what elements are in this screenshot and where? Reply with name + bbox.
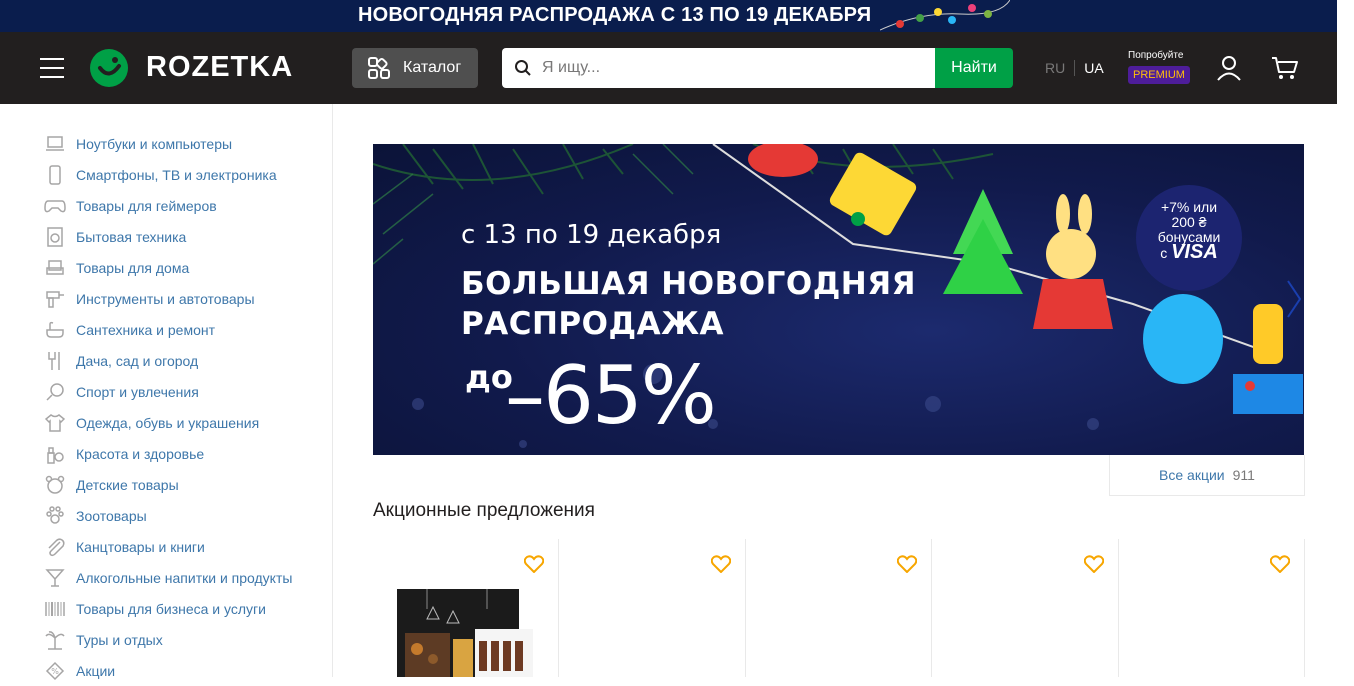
sidebar-item-plumbing[interactable]: Сантехника и ремонт [44, 314, 332, 345]
cart-icon[interactable] [1271, 55, 1299, 81]
sidebar-item-clothing[interactable]: Одежда, обувь и украшения [44, 407, 332, 438]
sidebar-item-appliances[interactable]: Бытовая техника [44, 221, 332, 252]
promo-banner[interactable]: с 13 по 19 декабря БОЛЬШАЯ НОВОГОДНЯЯ РА… [373, 144, 1304, 455]
logo[interactable]: ROZETKA [88, 46, 293, 88]
percent-tag-icon: % [44, 660, 66, 682]
garland-lights-icon [880, 0, 1010, 31]
cosmetics-icon [44, 443, 66, 465]
search-icon [515, 60, 531, 76]
visa-bonus-badge: +7% или 200 ₴ бонусами с VISA [1136, 185, 1242, 291]
language-switcher: RU UA [1045, 60, 1104, 76]
teddy-bear-icon [44, 474, 66, 496]
heart-icon[interactable] [710, 555, 731, 573]
paw-icon [44, 505, 66, 527]
menu-burger-icon[interactable] [40, 58, 64, 78]
all-promos-count: 911 [1232, 467, 1255, 483]
section-title: Акционные предложения [373, 500, 595, 521]
visa-line4: с VISA [1160, 241, 1218, 263]
search-bar: Найти [502, 48, 1013, 88]
sidebar-item-business[interactable]: Товары для бизнеса и услуги [44, 593, 332, 624]
premium-try-text: Попробуйте [1128, 50, 1184, 61]
banner-headline-line1: БОЛЬШАЯ НОВОГОДНЯЯ [461, 266, 916, 302]
product-tile[interactable] [559, 539, 746, 677]
product-tiles [373, 539, 1305, 677]
user-icon[interactable] [1216, 55, 1242, 81]
sidebar-item-smartphones[interactable]: Смартфоны, ТВ и электроника [44, 159, 332, 190]
sidebar-item-stationery[interactable]: Канцтовары и книги [44, 531, 332, 562]
catalog-grid-icon [368, 57, 390, 79]
lang-ua-link[interactable]: UA [1075, 60, 1103, 76]
catalog-button[interactable]: Каталог [352, 48, 478, 88]
sidebar-item-garden[interactable]: Дача, сад и огород [44, 345, 332, 376]
tshirt-icon [44, 412, 66, 434]
banner-headline-line2: РАСПРОДАЖА [461, 306, 725, 342]
smartphone-icon [44, 164, 66, 186]
sidebar-item-kids[interactable]: Детские товары [44, 469, 332, 500]
search-button[interactable]: Найти [935, 48, 1013, 88]
visa-line1: +7% или [1160, 199, 1218, 215]
premium-promo[interactable]: Попробуйте PREMIUM [1128, 50, 1190, 84]
visa-brand: VISA [1171, 241, 1218, 263]
heart-icon[interactable] [524, 555, 545, 573]
promo-strip-text: НОВОГОДНЯЯ РАСПРОДАЖА С 13 ПО 19 ДЕКАБРЯ [358, 4, 872, 26]
heart-icon[interactable] [1269, 555, 1290, 573]
category-list: Ноутбуки и компьютеры Смартфоны, ТВ и эл… [0, 104, 332, 686]
sidebar-item-pets[interactable]: Зоотовары [44, 500, 332, 531]
cocktail-icon [44, 567, 66, 589]
paperclip-icon [44, 536, 66, 558]
heart-icon[interactable] [897, 555, 918, 573]
sidebar-item-beauty[interactable]: Красота и здоровье [44, 438, 332, 469]
bathtub-icon [44, 319, 66, 341]
all-promos-label: Все акции [1159, 467, 1225, 483]
banner-discount: –65% [505, 349, 717, 442]
svg-text:%: % [51, 667, 59, 676]
product-tile[interactable] [932, 539, 1119, 677]
heart-icon[interactable] [1083, 555, 1104, 573]
promo-strip[interactable]: НОВОГОДНЯЯ РАСПРОДАЖА С 13 ПО 19 ДЕКАБРЯ [0, 0, 1337, 32]
chevron-right-icon[interactable] [1286, 279, 1302, 319]
search-input[interactable] [542, 59, 922, 77]
search-field [502, 48, 935, 88]
gamepad-icon [44, 195, 66, 217]
visa-line2: 200 ₴ [1171, 214, 1207, 230]
product-image [397, 589, 533, 677]
laptop-icon [44, 133, 66, 155]
racket-icon [44, 381, 66, 403]
catalog-label: Каталог [403, 59, 462, 76]
garden-fork-icon [44, 350, 66, 372]
sidebar-item-tools[interactable]: Инструменты и автотовары [44, 283, 332, 314]
drill-icon [44, 288, 66, 310]
premium-badge: PREMIUM [1128, 66, 1190, 84]
sidebar-item-promos[interactable]: % Акции [44, 655, 332, 686]
banner-headline: БОЛЬШАЯ НОВОГОДНЯЯ РАСПРОДАЖА [461, 264, 916, 344]
header: ROZETKA Каталог Найти RU UA Попробуйте P… [0, 32, 1337, 104]
product-tile[interactable] [1119, 539, 1305, 677]
banner-dates: с 13 по 19 декабря [461, 220, 722, 250]
barcode-icon [44, 598, 66, 620]
armchair-icon [44, 257, 66, 279]
sidebar-item-laptops[interactable]: Ноутбуки и компьютеры [44, 128, 332, 159]
sidebar-item-sport[interactable]: Спорт и увлечения [44, 376, 332, 407]
sidebar-item-alcohol[interactable]: Алкогольные напитки и продукты [44, 562, 332, 593]
lang-ru-link[interactable]: RU [1045, 60, 1076, 76]
sidebar: Ноутбуки и компьютеры Смартфоны, ТВ и эл… [0, 104, 333, 680]
sidebar-item-gamers[interactable]: Товары для геймеров [44, 190, 332, 221]
rozetka-smile-logo-icon [90, 49, 128, 87]
sidebar-item-tours[interactable]: Туры и отдых [44, 624, 332, 655]
logo-text: ROZETKA [146, 50, 294, 83]
product-tile[interactable] [373, 539, 560, 677]
washing-machine-icon [44, 226, 66, 248]
product-tile[interactable] [746, 539, 933, 677]
sidebar-item-home[interactable]: Товары для дома [44, 252, 332, 283]
all-promos-link[interactable]: Все акции 911 [1109, 455, 1305, 496]
palm-tree-icon [44, 629, 66, 651]
